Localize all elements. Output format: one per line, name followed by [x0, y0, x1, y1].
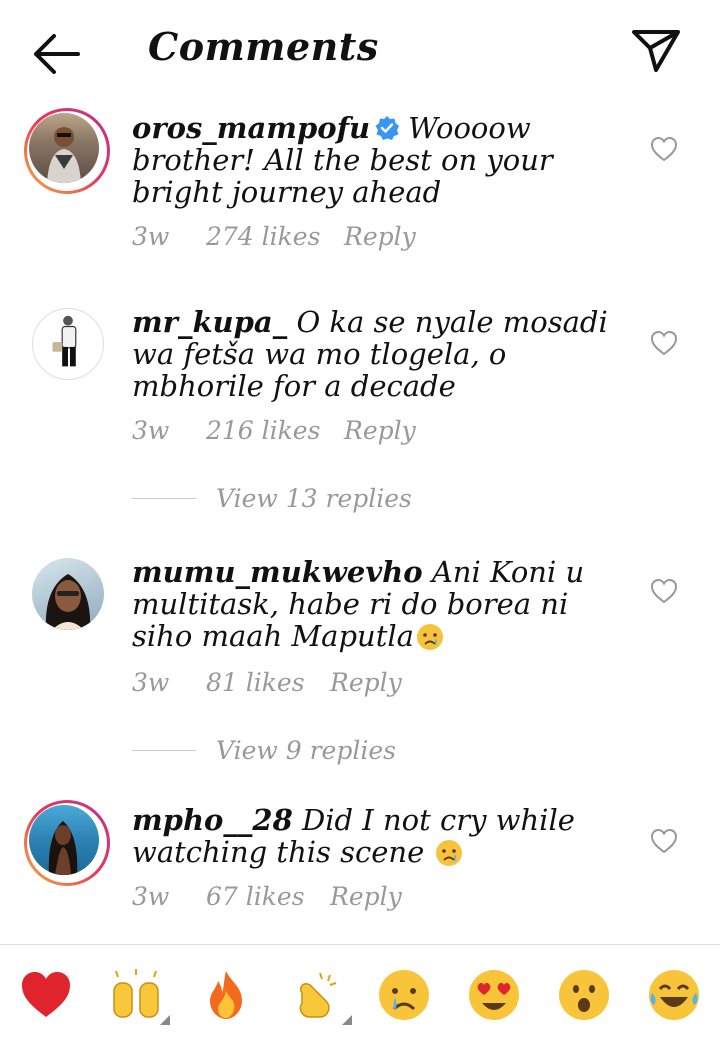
avatar[interactable] — [24, 800, 110, 886]
tears-of-joy-face-icon[interactable] — [646, 967, 702, 1023]
heart-eyes-face-icon[interactable] — [466, 967, 522, 1023]
back-button[interactable] — [30, 32, 82, 76]
like-heart-icon[interactable] — [650, 578, 678, 604]
likes-count[interactable]: 216 likes — [206, 416, 344, 445]
view-replies-button[interactable]: View 9 replies — [132, 736, 396, 765]
comment-meta: 3w 67 likes Reply — [132, 882, 402, 911]
thread-divider — [132, 497, 196, 499]
view-replies-label: View 9 replies — [216, 736, 396, 765]
clapping-hands-icon[interactable] — [288, 967, 344, 1023]
like-heart-icon[interactable] — [650, 136, 678, 162]
view-replies-label: View 13 replies — [216, 484, 412, 513]
thread-divider — [132, 749, 196, 751]
comment-time: 3w — [132, 668, 170, 697]
likes-count[interactable]: 274 likes — [206, 222, 344, 251]
verified-badge-icon — [375, 116, 400, 140]
comment-meta: 3w 81 likes Reply — [132, 668, 402, 697]
comment-text: mpho__28 Did I not cry while watching th… — [132, 804, 612, 868]
comment-text: mr_kupa_ O ka se nyale mosadi wa fetša w… — [132, 306, 612, 402]
username[interactable]: mpho__28 — [132, 803, 293, 837]
raising-hands-icon[interactable] — [108, 967, 164, 1023]
comment-time: 3w — [132, 416, 170, 445]
comment-meta: 3w 216 likes Reply — [132, 416, 416, 445]
username[interactable]: mumu_mukwevho — [132, 555, 423, 589]
avatar[interactable] — [24, 108, 110, 194]
crying-face-icon — [436, 840, 463, 866]
crying-face-icon[interactable] — [376, 967, 432, 1023]
like-heart-icon[interactable] — [650, 330, 678, 356]
share-button[interactable] — [630, 26, 682, 74]
astonished-face-icon[interactable] — [556, 967, 612, 1023]
reply-button[interactable]: Reply — [344, 222, 416, 251]
likes-count[interactable]: 81 likes — [206, 668, 330, 697]
avatar[interactable] — [32, 308, 104, 380]
crying-face-icon — [416, 624, 443, 650]
comment-meta: 3w 274 likes Reply — [132, 222, 416, 251]
view-replies-button[interactable]: View 13 replies — [132, 484, 412, 513]
comment-text: oros_mampofu Woooow brother! All the best… — [132, 112, 612, 208]
avatar[interactable] — [32, 558, 104, 630]
comment-time: 3w — [132, 882, 170, 911]
paper-plane-icon — [632, 30, 680, 72]
username[interactable]: mr_kupa_ — [132, 305, 287, 339]
page-title: Comments — [148, 24, 379, 69]
like-heart-icon[interactable] — [650, 828, 678, 854]
skin-tone-indicator — [160, 1015, 170, 1025]
reply-button[interactable]: Reply — [330, 882, 402, 911]
arrow-left-icon — [34, 34, 80, 74]
comment-text: mumu_mukwevho Ani Koni u multitask, habe… — [132, 556, 612, 652]
reply-button[interactable]: Reply — [330, 668, 402, 697]
fire-icon[interactable] — [198, 967, 254, 1023]
comment-time: 3w — [132, 222, 170, 251]
username[interactable]: oros_mampofu — [132, 111, 370, 145]
skin-tone-indicator — [342, 1015, 352, 1025]
red-heart-icon[interactable] — [18, 967, 74, 1023]
likes-count[interactable]: 67 likes — [206, 882, 330, 911]
header: Comments — [0, 0, 720, 100]
reply-button[interactable]: Reply — [344, 416, 416, 445]
emoji-bar — [0, 944, 720, 1043]
